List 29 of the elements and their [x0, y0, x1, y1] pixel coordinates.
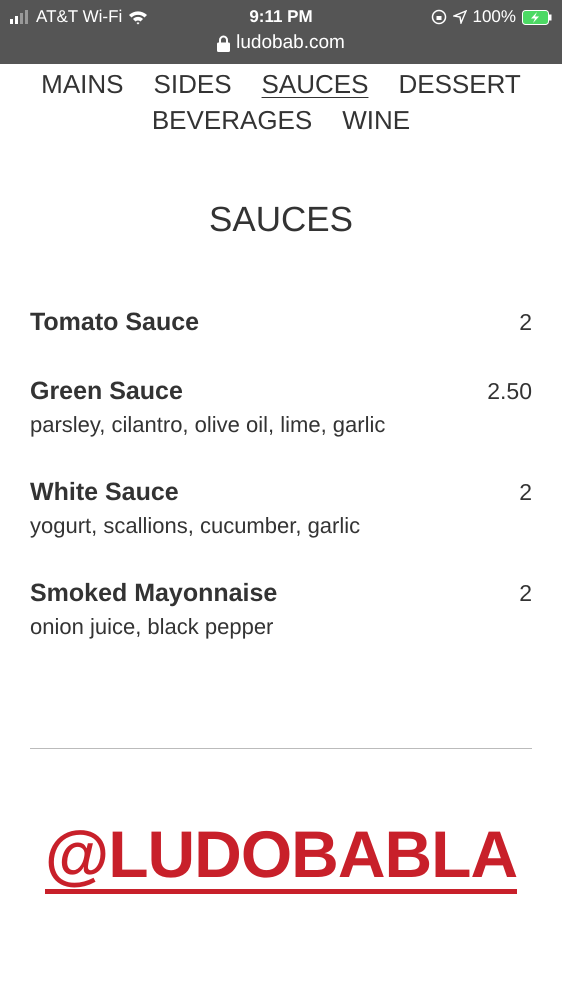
wifi-icon [128, 10, 148, 24]
item-name: Smoked Mayonnaise [30, 579, 278, 608]
nav-tab[interactable]: SAUCES [262, 68, 368, 100]
item-price: 2 [519, 309, 532, 336]
lock-icon [217, 34, 230, 52]
item-price: 2.50 [487, 378, 532, 405]
signal-icon [10, 10, 30, 24]
social-handle: @LUDOBABLA [44, 821, 518, 894]
page-url: ludobab.com [236, 32, 345, 54]
nav-tab[interactable]: SIDES [154, 68, 232, 100]
location-icon [452, 10, 467, 24]
item-description: parsley, cilantro, olive oil, lime, garlic [30, 412, 386, 438]
carrier-name: AT&T Wi-Fi [36, 7, 122, 27]
nav-tab[interactable]: BEVERAGES [152, 104, 312, 136]
item-description: yogurt, scallions, cucumber, garlic [30, 513, 362, 539]
rotation-lock-icon [430, 9, 447, 25]
nav-tab[interactable]: DESSERT [398, 68, 521, 100]
nav-tab[interactable]: MAINS [41, 68, 124, 100]
item-description: onion juice, black pepper [30, 614, 274, 640]
item-price: 2 [519, 479, 532, 506]
item-name: Green Sauce [30, 377, 183, 406]
item-name: White Sauce [30, 478, 179, 507]
item-name: Tomato Sauce [30, 308, 200, 337]
section-title: SAUCES [209, 200, 353, 240]
battery-percent: 100% [472, 7, 516, 27]
item-price: 2 [519, 580, 532, 607]
clock-time: 9:11 PM [249, 7, 313, 27]
nav-tab[interactable]: WINE [342, 104, 410, 136]
battery-icon [522, 10, 552, 24]
